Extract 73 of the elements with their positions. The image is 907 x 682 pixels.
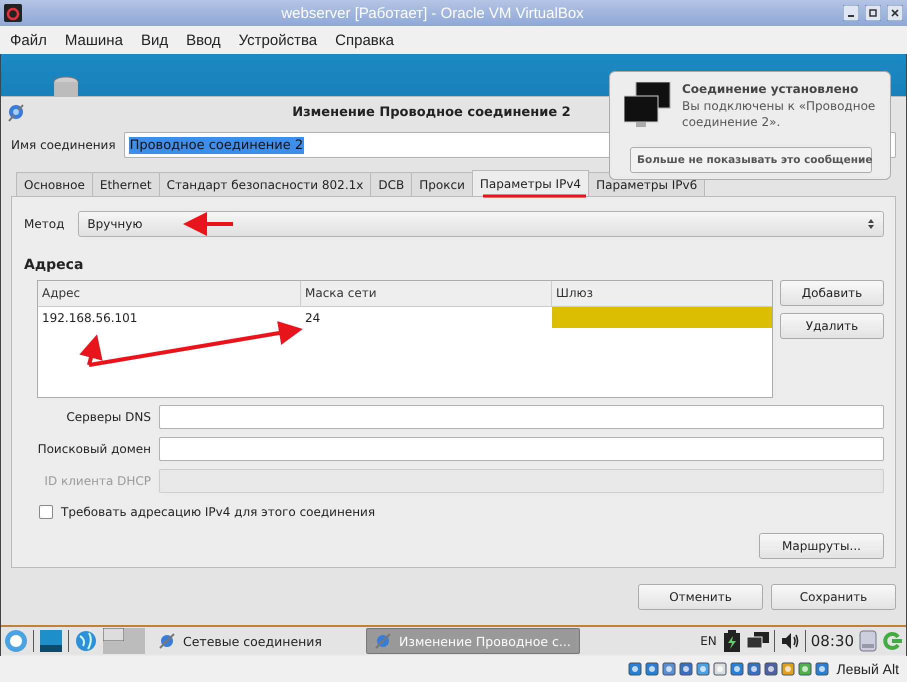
table-cell-text: 192.168.56.101 xyxy=(41,310,138,327)
device-status-icon xyxy=(662,662,676,676)
app-logo-icon xyxy=(4,4,22,22)
annotation-arrow xyxy=(183,212,233,236)
column-header[interactable]: Маска сети xyxy=(301,281,552,306)
field-label: Имя соединения xyxy=(11,138,116,152)
menu-item[interactable]: Вид xyxy=(132,32,178,48)
device-status-icon xyxy=(747,662,762,676)
dialog-button[interactable]: Сохранить xyxy=(771,584,896,610)
network-settings-icon xyxy=(374,633,391,649)
tab[interactable]: Основное xyxy=(16,172,93,196)
device-status-icon xyxy=(713,662,728,676)
dialog-button[interactable]: Отменить xyxy=(638,584,763,610)
network-settings-icon xyxy=(159,633,175,649)
text-field[interactable] xyxy=(159,437,884,461)
desktop-icon xyxy=(40,630,62,652)
menu-logo-icon xyxy=(5,630,27,652)
editing-cell[interactable] xyxy=(552,307,772,328)
selected-text: Проводное соединение 2 xyxy=(128,136,304,154)
minimize-button[interactable] xyxy=(843,5,859,21)
battery-icon xyxy=(722,630,742,652)
checkbox[interactable] xyxy=(39,505,53,519)
window-title: webserver [Работает] - Oracle VM VirtualBox xyxy=(280,4,585,22)
checkbox-label: Требовать адресацию IPv4 для этого соединения xyxy=(61,505,376,519)
monitors-icon xyxy=(624,82,672,128)
device-status-icon xyxy=(645,662,660,676)
field-label: Метод xyxy=(24,217,64,231)
table-cell-text: 24 xyxy=(304,310,322,327)
logout-icon xyxy=(882,631,902,651)
device-status-icon xyxy=(781,662,796,676)
dismiss-button[interactable]: Больше не показывать это сообщение xyxy=(630,146,872,172)
tab[interactable]: DCB xyxy=(370,172,412,196)
keyboard-layout[interactable]: EN xyxy=(700,634,717,648)
device-status-icon xyxy=(798,662,812,676)
tab[interactable]: Стандарт безопасности 802.1x xyxy=(158,172,372,196)
globe-icon xyxy=(75,630,97,652)
field-label: Серверы DNS xyxy=(65,410,151,424)
table-button[interactable]: Удалить xyxy=(780,313,884,339)
device-status-icon xyxy=(764,662,778,676)
routes-button[interactable]: Маршруты... xyxy=(759,533,884,559)
field-label: Поисковый домен xyxy=(36,442,151,456)
menu-item[interactable]: Справка xyxy=(326,32,403,48)
table-button[interactable]: Добавить xyxy=(780,280,884,306)
notification-message: Вы подключены к «Проводное соединение 2». xyxy=(682,98,876,130)
column-header[interactable]: Адрес xyxy=(38,281,301,306)
menu-item[interactable]: Устройства xyxy=(230,32,326,48)
tab[interactable]: Ethernet xyxy=(92,172,160,196)
text-field[interactable] xyxy=(159,405,884,429)
device-status-icon xyxy=(815,662,830,676)
device-status-icon xyxy=(730,662,744,676)
maximize-button[interactable] xyxy=(865,5,881,21)
taskbar-item[interactable]: Сетевые соединения xyxy=(151,629,330,653)
menu-item[interactable]: Машина xyxy=(56,32,132,48)
notification-title: Соединение установлено xyxy=(682,82,860,96)
menu-item[interactable]: Ввод xyxy=(177,32,230,48)
section-heading: Адреса xyxy=(24,257,84,273)
host-key-label: Левый Alt xyxy=(836,661,899,677)
tab[interactable]: Параметры IPv4 xyxy=(472,170,590,196)
volume-icon xyxy=(780,631,800,651)
method-dropdown[interactable]: Вручную xyxy=(78,211,884,237)
column-header[interactable]: Шлюз xyxy=(552,281,772,306)
clock[interactable]: 08:30 xyxy=(810,632,854,650)
spinner-arrows-icon xyxy=(867,218,875,230)
tab[interactable]: Прокси xyxy=(411,172,473,196)
field-label: ID клиента DHCP xyxy=(43,474,151,488)
menu-item[interactable]: Файл xyxy=(0,32,56,48)
device-status-icon xyxy=(696,662,710,676)
dialog-title: Изменение Проводное соединение 2 xyxy=(292,104,572,120)
device-status-icon xyxy=(628,662,642,676)
monitors-icon xyxy=(746,632,769,650)
close-button[interactable] xyxy=(887,5,903,21)
device-status-icon xyxy=(679,662,694,676)
drive-icon xyxy=(859,630,877,652)
